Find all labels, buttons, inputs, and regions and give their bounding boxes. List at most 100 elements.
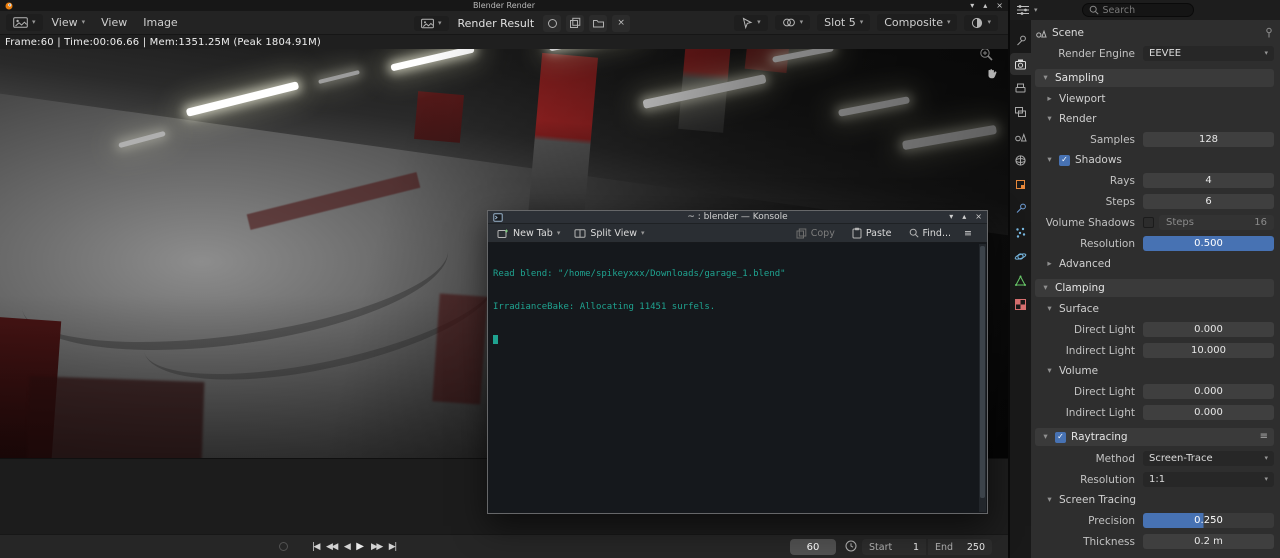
volume-direct-field[interactable]: 0.000: [1143, 384, 1274, 399]
current-frame-field[interactable]: 60: [790, 539, 836, 555]
properties-editor: ▾ Search Scene Render Engine EEVEE ▾ ▾ S…: [1010, 0, 1280, 558]
display-channels-dropdown[interactable]: ▾: [964, 14, 998, 31]
render-engine-dropdown[interactable]: EEVEE ▾: [1143, 46, 1274, 61]
search-input[interactable]: [1102, 4, 1183, 16]
terminal-output[interactable]: Read blend: "/home/spikeyxxx/Downloads/g…: [489, 244, 979, 512]
panel-raytracing-header[interactable]: ▾ ✓ Raytracing ≡: [1035, 428, 1274, 446]
duplicate-image-button[interactable]: [566, 14, 585, 32]
shadow-resolution-slider[interactable]: 0.500: [1143, 236, 1274, 251]
find-button[interactable]: Find...: [905, 227, 956, 240]
zoom-icon[interactable]: [979, 49, 994, 62]
minimize-icon[interactable]: ▾: [949, 213, 953, 221]
unlink-image-button[interactable]: ×: [612, 14, 631, 32]
rays-label: Rays: [1109, 174, 1135, 187]
jump-to-start-button[interactable]: |◀: [312, 542, 320, 552]
minimize-icon[interactable]: ▾: [970, 1, 974, 10]
terminal-prompt-line: [493, 335, 975, 346]
frame-end-field[interactable]: End 250: [928, 539, 992, 555]
red-wall: [432, 293, 488, 405]
prev-keyframe-button[interactable]: ◀◀: [326, 542, 338, 552]
subpanel-render-header[interactable]: ▾ Render: [1035, 111, 1274, 127]
menu-image[interactable]: Image: [136, 14, 184, 31]
breadcrumb-scene[interactable]: Scene: [1052, 27, 1084, 39]
close-icon[interactable]: ×: [975, 213, 982, 221]
gizmos-dropdown[interactable]: ▾: [734, 14, 768, 31]
close-icon[interactable]: ×: [996, 1, 1003, 10]
search-box[interactable]: [1081, 3, 1194, 17]
pan-hand-icon[interactable]: [985, 66, 998, 80]
pin-icon[interactable]: [1264, 27, 1274, 39]
scrollbar-thumb[interactable]: [980, 246, 985, 498]
shadows-checkbox[interactable]: ✓: [1059, 154, 1070, 166]
properties-editor-icon[interactable]: [1016, 4, 1030, 16]
new-tab-button[interactable]: New Tab ▾: [493, 227, 564, 240]
menu-view[interactable]: View: [94, 14, 134, 31]
frame-start-field[interactable]: Start 1: [862, 539, 926, 555]
precision-slider[interactable]: 0.250: [1143, 513, 1274, 528]
steps-field[interactable]: 6: [1143, 194, 1274, 209]
render-pass-dropdown[interactable]: Composite ▾: [877, 14, 958, 31]
subpanel-screen-tracing-header[interactable]: ▾ Screen Tracing: [1035, 492, 1274, 508]
copy-button[interactable]: Copy: [792, 227, 839, 240]
sync-circle-icon[interactable]: [279, 542, 288, 551]
thickness-row: Thickness 0.2 m: [1035, 533, 1274, 550]
jump-to-end-button[interactable]: ▶|: [389, 542, 397, 552]
split-view-button[interactable]: Split View ▾: [570, 227, 648, 240]
hamburger-menu-icon[interactable]: ≡: [964, 228, 972, 239]
subpanel-volume-header[interactable]: ▾ Volume: [1035, 363, 1274, 379]
maximize-icon[interactable]: ▴: [983, 1, 987, 10]
tab-object[interactable]: [1010, 173, 1031, 195]
tab-object-data[interactable]: [1010, 269, 1031, 291]
tab-modifiers[interactable]: [1010, 197, 1031, 219]
image-datablock-icon: [421, 18, 434, 29]
raytracing-resolution-dropdown[interactable]: 1:1 ▾: [1143, 472, 1274, 487]
raytracing-checkbox[interactable]: ✓: [1055, 431, 1066, 443]
tab-particles[interactable]: [1010, 221, 1031, 243]
tab-scene[interactable]: [1010, 125, 1031, 147]
subpanel-advanced-header[interactable]: ▸ Advanced: [1035, 256, 1274, 272]
overlays-dropdown[interactable]: ▾: [774, 15, 811, 30]
subpanel-surface-header[interactable]: ▾ Surface: [1035, 301, 1274, 317]
play-reverse-button[interactable]: ◀: [344, 542, 351, 552]
volume-shadows-row: Volume Shadows Steps 16: [1035, 214, 1274, 231]
render-engine-label: Render Engine: [1058, 47, 1135, 60]
panel-sampling-header[interactable]: ▾ Sampling: [1035, 69, 1274, 87]
steps-label: Steps: [1105, 195, 1135, 208]
tab-tool[interactable]: [1010, 29, 1031, 51]
new-image-button[interactable]: [543, 14, 562, 32]
browse-image-dropdown[interactable]: ▾: [414, 15, 449, 31]
volume-indirect-field[interactable]: 0.000: [1143, 405, 1274, 420]
next-keyframe-button[interactable]: ▶▶: [371, 542, 383, 552]
maximize-icon[interactable]: ▴: [962, 213, 966, 221]
tab-world[interactable]: [1010, 149, 1031, 171]
presets-icon[interactable]: ≡: [1260, 432, 1268, 442]
tab-physics[interactable]: [1010, 245, 1031, 267]
rays-field[interactable]: 4: [1143, 173, 1274, 188]
slot-dropdown[interactable]: Slot 5 ▾: [817, 14, 871, 31]
subpanel-viewport-header[interactable]: ▸ Viewport: [1035, 91, 1274, 107]
play-button[interactable]: ▶: [356, 542, 364, 552]
tab-output[interactable]: [1010, 77, 1031, 99]
thickness-field[interactable]: 0.2 m: [1143, 534, 1274, 549]
volume-shadows-checkbox[interactable]: [1143, 217, 1154, 228]
clock-icon: [845, 540, 857, 552]
surface-direct-field[interactable]: 0.000: [1143, 322, 1274, 337]
image-datablock-name[interactable]: Render Result: [454, 15, 539, 32]
terminal-scrollbar[interactable]: [979, 244, 986, 512]
konsole-titlebar[interactable]: ~ : blender — Konsole ▾ ▴ ×: [488, 211, 987, 224]
surface-indirect-field[interactable]: 10.000: [1143, 343, 1274, 358]
volume-shadow-steps-field[interactable]: Steps 16: [1159, 215, 1274, 230]
panel-title: Clamping: [1055, 282, 1105, 294]
panel-clamping-header[interactable]: ▾ Clamping: [1035, 279, 1274, 297]
tab-texture[interactable]: [1010, 293, 1031, 315]
paste-button[interactable]: Paste: [848, 226, 896, 240]
tab-render[interactable]: [1010, 53, 1031, 75]
mode-dropdown[interactable]: View ▾: [45, 14, 93, 31]
thickness-label: Thickness: [1083, 535, 1135, 548]
raytracing-method-dropdown[interactable]: Screen-Trace ▾: [1143, 451, 1274, 466]
tab-view-layer[interactable]: [1010, 101, 1031, 123]
open-image-button[interactable]: [589, 14, 608, 32]
samples-field[interactable]: 128: [1143, 132, 1274, 147]
editor-type-dropdown[interactable]: ▾: [6, 14, 43, 31]
subpanel-shadows-header[interactable]: ▾ ✓ Shadows: [1035, 152, 1274, 168]
